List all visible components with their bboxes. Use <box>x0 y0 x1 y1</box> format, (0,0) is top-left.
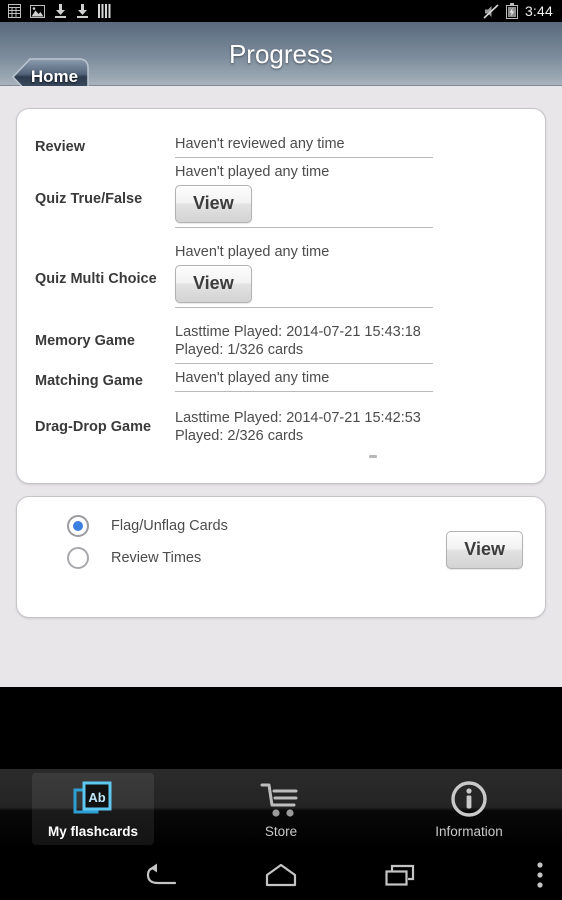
tab-information[interactable]: Information <box>408 773 530 845</box>
download-icon <box>77 4 88 18</box>
android-navigation-bar <box>0 849 562 900</box>
tab-label: Store <box>264 823 298 839</box>
radio-option-label: Review Times <box>111 550 202 566</box>
table-row: Memory Game Lasttime Played: 2014-07-21 … <box>17 321 547 367</box>
row-label: Matching Game <box>35 373 143 389</box>
overflow-menu-icon <box>537 862 543 888</box>
recents-icon <box>385 864 415 886</box>
tab-my-flashcards[interactable]: Ab My flashcards <box>32 773 154 845</box>
row-label: Review <box>35 139 85 155</box>
row-label: Memory Game <box>35 333 135 349</box>
row-value-line: Haven't played any time <box>175 244 330 260</box>
row-value: Haven't played any time View <box>175 243 433 308</box>
nav-overflow-menu-button[interactable] <box>505 855 562 895</box>
home-icon <box>265 863 297 887</box>
radio-option-review-times[interactable]: Review Times <box>67 547 201 569</box>
table-row: Quiz Multi Choice Haven't played any tim… <box>17 241 547 321</box>
volume-muted-icon <box>483 3 499 19</box>
battery-charging-icon <box>505 3 518 19</box>
table-row: Quiz True/False Haven't played any time … <box>17 161 547 241</box>
row-value-line: Haven't played any time <box>175 164 330 180</box>
sim-bars-icon <box>98 4 111 18</box>
status-bar-right-icons: 3:44 <box>483 3 553 19</box>
row-value-line: Lasttime Played: 2014-07-21 15:43:18 <box>175 324 421 340</box>
row-value-line: Haven't reviewed any time <box>175 136 345 152</box>
table-row: Drag-Drop Game Lasttime Played: 2014-07-… <box>17 407 547 453</box>
status-bar-clock: 3:44 <box>524 3 553 19</box>
shopping-cart-icon <box>260 780 302 820</box>
radio-button-icon <box>67 547 89 569</box>
flashcards-icon: Ab <box>72 780 114 820</box>
row-value: Haven't played any time <box>175 369 433 392</box>
options-view-button[interactable]: View <box>446 531 523 569</box>
radio-option-flag-unflag-cards[interactable]: Flag/Unflag Cards <box>67 515 228 537</box>
row-label: Quiz True/False <box>35 191 143 207</box>
view-button[interactable]: View <box>175 265 252 303</box>
svg-text:Ab: Ab <box>88 790 105 805</box>
radio-button-icon <box>67 515 89 537</box>
row-value-line: Lasttime Played: 2014-07-21 15:42:53 <box>175 410 421 426</box>
nav-recents-button[interactable] <box>366 855 436 895</box>
app-tab-bar: Ab My flashcards Store Information <box>0 769 562 849</box>
radio-option-label: Flag/Unflag Cards <box>111 518 228 534</box>
tab-label: Information <box>435 823 503 839</box>
device-screen: 3:44 Progress Home Review Haven't review… <box>0 0 562 900</box>
row-label: Drag-Drop Game <box>35 419 152 435</box>
tab-store[interactable]: Store <box>220 773 342 845</box>
info-circle-icon <box>449 780 489 820</box>
calendar-icon <box>8 4 21 18</box>
download-icon <box>55 4 66 18</box>
image-icon <box>30 4 45 18</box>
row-value-line: Haven't played any time <box>175 370 330 386</box>
row-value: Lasttime Played: 2014-07-21 15:43:18 Pla… <box>175 323 433 364</box>
options-card: Flag/Unflag Cards Review Times View <box>16 496 546 618</box>
back-icon <box>146 863 177 885</box>
row-label: Quiz Multi Choice <box>35 271 157 287</box>
app-title-bar: Progress Home <box>0 23 562 96</box>
row-value: Lasttime Played: 2014-07-21 15:42:53 Pla… <box>175 409 433 449</box>
view-button[interactable]: View <box>175 185 252 223</box>
row-value-line: Played: 1/326 cards <box>175 342 304 358</box>
android-status-bar: 3:44 <box>0 0 562 22</box>
tab-label: My flashcards <box>47 823 139 839</box>
row-value: Haven't reviewed any time <box>175 135 433 158</box>
progress-card: Review Haven't reviewed any time Quiz Tr… <box>16 108 546 484</box>
nav-back-button[interactable] <box>126 855 196 895</box>
row-value-line: Played: 2/326 cards <box>175 428 304 444</box>
nav-home-button[interactable] <box>246 855 316 895</box>
row-value: Haven't played any time View <box>175 163 433 228</box>
table-row: Matching Game Haven't played any time <box>17 367 547 407</box>
app-content-area: Review Haven't reviewed any time Quiz Tr… <box>0 86 562 687</box>
radio-selected-dot <box>73 521 83 531</box>
scroll-indicator <box>369 455 377 458</box>
status-bar-left-icons <box>8 4 111 18</box>
